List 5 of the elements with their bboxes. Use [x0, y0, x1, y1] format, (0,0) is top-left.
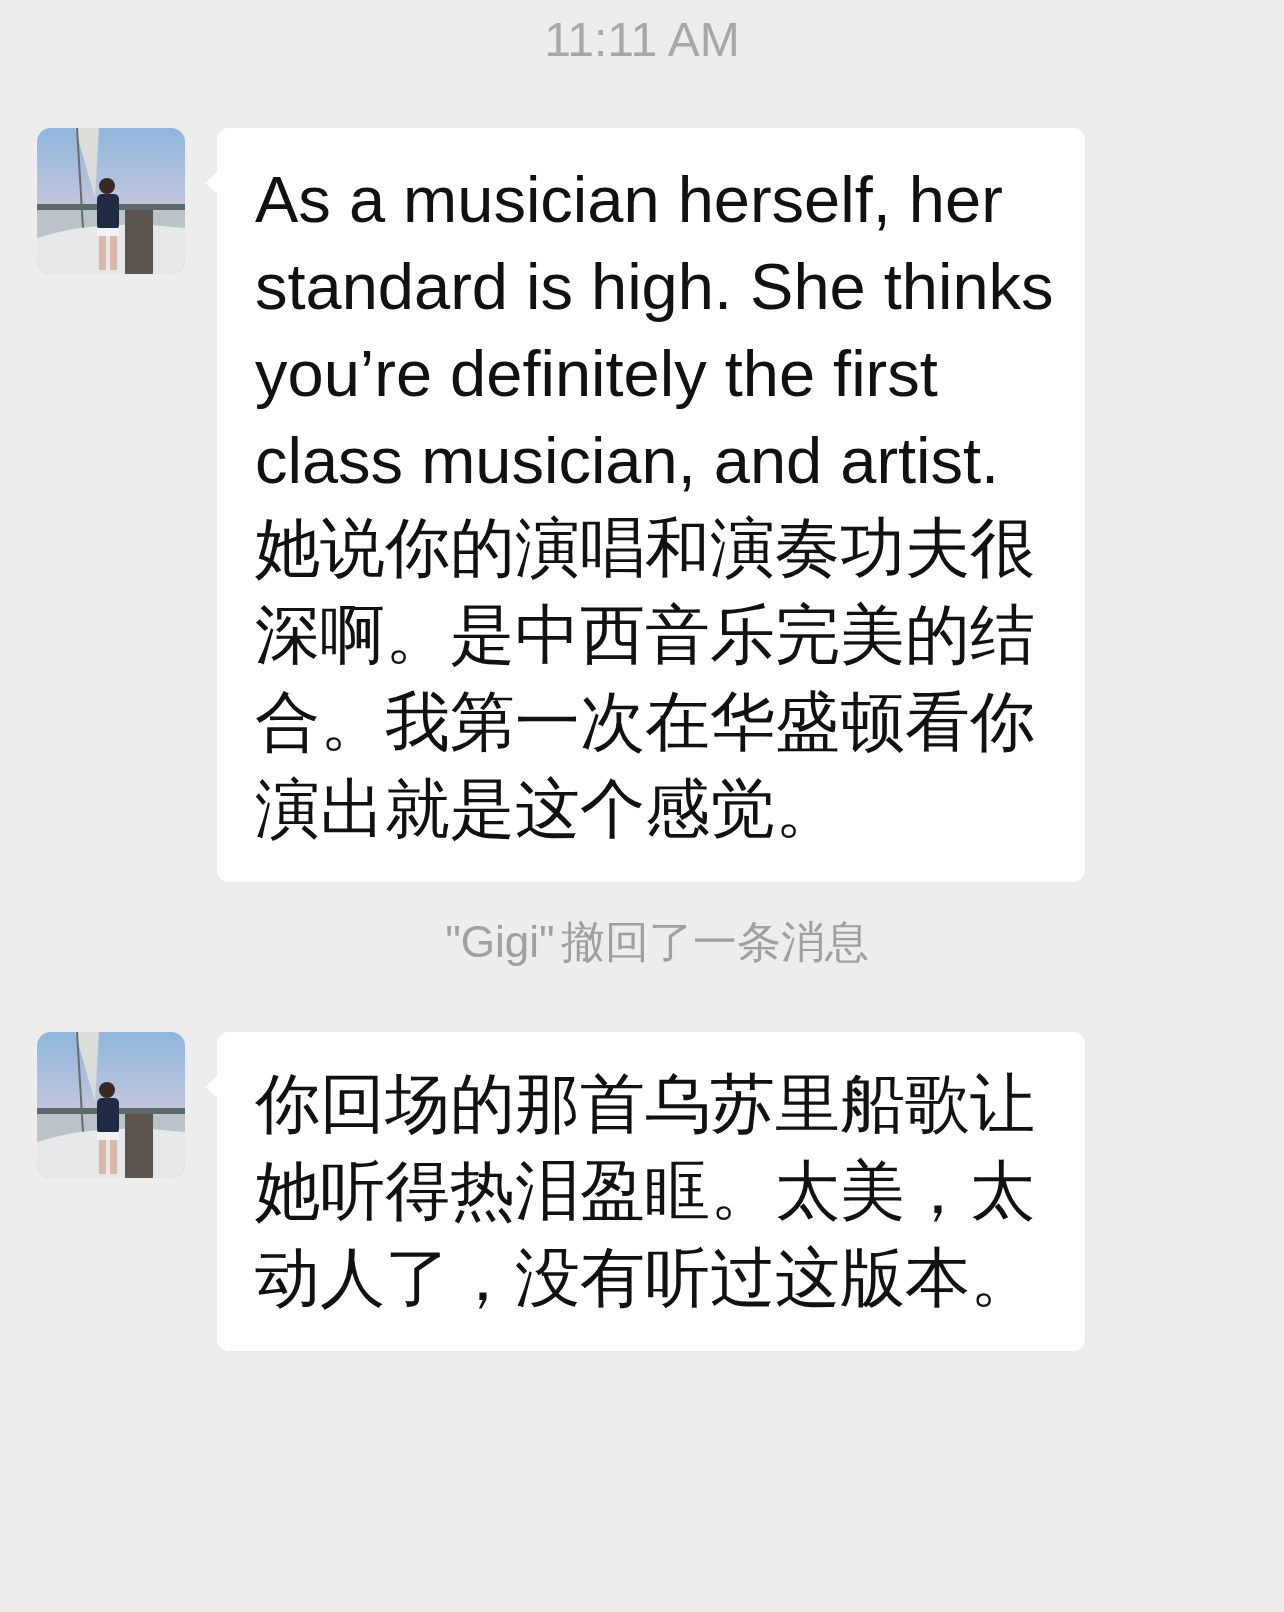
- sender-name: "Gigi": [445, 916, 555, 968]
- timestamp: 11:11 AM: [544, 12, 740, 68]
- message-text: As a musician herself, her standard is high. She thinks you’re definitely the first class musician, and artist. 她说你的演唱和演奏功夫很深啊。是中西音乐完美的结合。我第一次在华盛顿看你演出就是这个感觉。: [255, 162, 1055, 847]
- message-text: 你回场的那首乌苏里船歌让她听得热泪盈眶。太美，太动人了，没有听过这版本。: [255, 1066, 1036, 1316]
- recall-notice: 撤回了一条消息: [560, 916, 869, 968]
